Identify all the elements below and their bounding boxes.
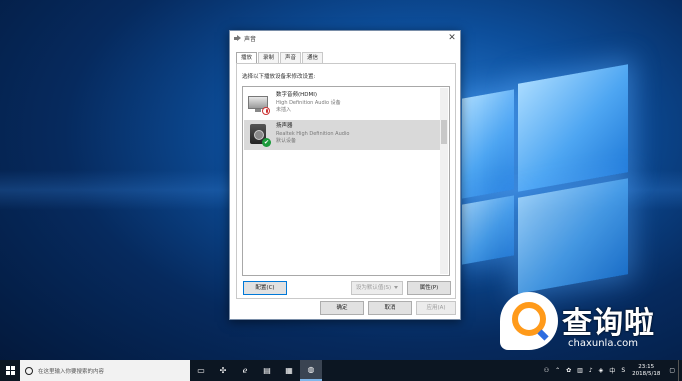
start-button[interactable] (0, 360, 20, 381)
device-name: 扬声器 (276, 123, 293, 129)
task-view-icon[interactable]: ▭ (190, 360, 212, 381)
device-description: High Definition Audio 设备 (276, 99, 341, 106)
ime-indicator[interactable]: 中 (609, 366, 615, 375)
apply-button[interactable]: 应用(A) (416, 301, 456, 315)
disconnected-badge-icon (262, 107, 270, 115)
network-icon[interactable]: ▥ (577, 367, 583, 374)
list-scrollbar[interactable] (440, 88, 448, 274)
playback-panel: 选择以下播放设备来修改设置: 数字音频(HDMI) High Definitio… (236, 63, 456, 299)
chat-bubble-logo-icon (500, 292, 558, 350)
file-explorer-icon[interactable]: ▤ (256, 360, 278, 381)
taskbar: 在这里输入你要搜索的内容 ▭ ✣ ℯ ▤ ▦ ◍ ⚇ ⌃ ✿ ▥ ♪ ◈ 中 S… (0, 360, 682, 381)
speaker-title-icon (234, 35, 241, 42)
clock[interactable]: 23:15 2018/5/18 (632, 364, 660, 378)
windows-logo (450, 64, 650, 294)
chevron-down-icon[interactable] (394, 286, 399, 289)
list-item-hdmi-device[interactable]: 数字音频(HDMI) High Definition Audio 设备 未插入 (244, 89, 440, 119)
sound-dialog: 声音 ✕ 播放 录制 声音 通信 选择以下播放设备来修改设置: 数字音频(HDM… (229, 30, 461, 320)
fan-app-icon[interactable]: ✣ (212, 360, 234, 381)
system-tray: ⚇ ⌃ ✿ ▥ ♪ ◈ 中 S 23:15 2018/5/18 ▢ (541, 360, 682, 381)
tab-sounds[interactable]: 声音 (280, 52, 302, 63)
watermark-url: chaxunla.com (568, 338, 638, 349)
device-name: 数字音频(HDMI) (276, 92, 318, 98)
people-icon[interactable]: ⚇ (544, 367, 549, 374)
watermark-title: 查询啦 (562, 306, 655, 341)
tab-communications[interactable]: 通信 (302, 52, 324, 63)
instruction-text: 选择以下播放设备来修改设置: (242, 74, 316, 80)
search-placeholder: 在这里输入你要搜索的内容 (38, 368, 105, 375)
scrollbar-thumb[interactable] (441, 120, 447, 144)
show-desktop-button[interactable] (678, 360, 682, 381)
tab-recording[interactable]: 录制 (258, 52, 280, 63)
chevron-up-icon[interactable]: ⌃ (555, 367, 560, 374)
taskbar-search-box[interactable]: 在这里输入你要搜索的内容 (20, 360, 190, 381)
cortana-icon[interactable] (25, 366, 33, 375)
list-item-speaker-device[interactable]: ✔ 扬声器 Realtek High Definition Audio 默认设备 (244, 120, 440, 150)
sound-settings-task-icon[interactable]: ◍ (300, 360, 322, 381)
edge-browser-icon[interactable]: ℯ (234, 360, 256, 381)
tab-strip: 播放 录制 声音 通信 (236, 52, 324, 64)
default-check-icon: ✔ (262, 138, 271, 147)
device-list: 数字音频(HDMI) High Definition Audio 设备 未插入 … (242, 86, 450, 276)
dialog-title: 声音 (244, 36, 257, 43)
set-default-button[interactable]: 设为默认值(S) (351, 281, 403, 295)
app-green-icon[interactable]: ▦ (278, 360, 300, 381)
notification-icon[interactable]: ▢ (669, 367, 675, 374)
clock-date: 2018/5/18 (632, 370, 661, 377)
monitor-icon (248, 93, 270, 115)
ok-button[interactable]: 确定 (320, 301, 364, 315)
shield-icon[interactable]: ◈ (599, 367, 604, 374)
set-default-label: 设为默认值(S) (355, 285, 392, 291)
close-icon[interactable]: ✕ (444, 31, 460, 46)
properties-button[interactable]: 属性(P) (407, 281, 451, 295)
ime-mode-icon[interactable]: S (621, 367, 625, 374)
dialog-titlebar[interactable]: 声音 ✕ (230, 31, 460, 46)
device-status: 未插入 (276, 107, 292, 113)
speaker-icon: ✔ (248, 124, 271, 147)
volume-icon[interactable]: ♪ (589, 367, 593, 374)
clock-time: 23:15 (638, 363, 655, 370)
configure-button[interactable]: 配置(C) (243, 281, 287, 295)
magnifier-q-icon (512, 302, 546, 336)
tray-app-icon[interactable]: ✿ (566, 367, 571, 374)
device-description: Realtek High Definition Audio (276, 130, 350, 137)
device-status: 默认设备 (276, 138, 297, 144)
cancel-button[interactable]: 取消 (368, 301, 412, 315)
chaxunla-watermark: 查询啦 chaxunla.com (498, 292, 682, 364)
